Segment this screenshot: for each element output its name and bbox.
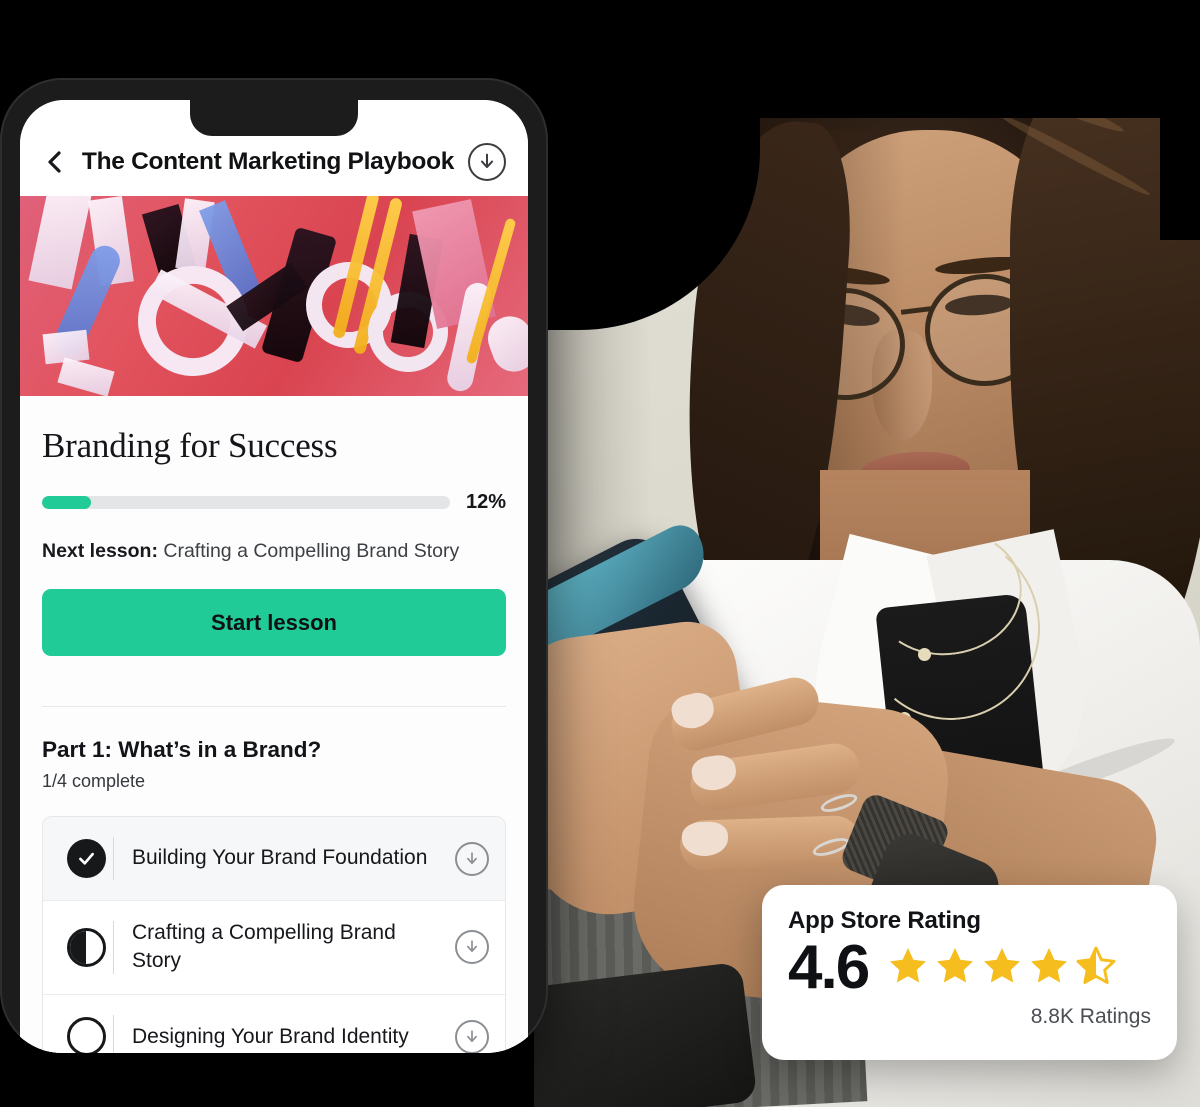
download-icon xyxy=(467,851,477,864)
phone-mockup: The Content Marketing Playbook Branding … xyxy=(0,78,548,1053)
phone-notch xyxy=(190,100,358,136)
download-icon xyxy=(467,1030,477,1042)
download-icon xyxy=(467,940,477,953)
lesson-row[interactable]: Designing Your Brand Identity xyxy=(43,995,505,1053)
course-progress: 12% xyxy=(42,491,506,514)
rating-count-label: 8.8K Ratings xyxy=(1030,1005,1151,1028)
chevron-left-icon xyxy=(48,151,61,173)
star-half-icon xyxy=(1076,946,1116,984)
progress-track xyxy=(42,496,450,509)
download-button[interactable] xyxy=(468,143,506,181)
page-title: The Content Marketing Playbook xyxy=(81,148,455,175)
star-filled-icon xyxy=(1031,947,1068,982)
next-lesson-row: Next lesson: Crafting a Compelling Brand… xyxy=(42,540,506,563)
progress-fill xyxy=(42,496,91,509)
section-divider xyxy=(42,706,506,707)
rating-card-title: App Store Rating xyxy=(788,907,981,934)
app-body: Branding for Success 12% Next lesson: Cr… xyxy=(20,396,528,1053)
star-rating xyxy=(886,944,1118,993)
status-not-started-icon xyxy=(66,1017,106,1053)
rating-score: 4.6 xyxy=(788,933,870,1002)
status-completed-icon xyxy=(66,839,106,878)
star xyxy=(933,944,977,993)
download-circle-icon xyxy=(455,1019,489,1053)
next-lesson-label: Next lesson: xyxy=(42,540,158,562)
lesson-status xyxy=(59,927,113,967)
row-separator xyxy=(113,837,114,880)
start-lesson-button[interactable]: Start lesson xyxy=(42,589,506,656)
star xyxy=(1027,944,1071,993)
cover-shape xyxy=(481,310,528,378)
lesson-status xyxy=(59,1017,113,1053)
course-cover-image xyxy=(20,196,528,396)
lesson-download-button[interactable] xyxy=(445,1019,489,1053)
rating-main-row: 4.6 xyxy=(788,937,1151,999)
star-filled-icon xyxy=(937,947,974,982)
star xyxy=(980,944,1024,993)
lesson-title: Designing Your Brand Identity xyxy=(132,1024,409,1048)
course-title: Branding for Success xyxy=(42,426,338,465)
lesson-title: Building Your Brand Foundation xyxy=(132,846,428,870)
lesson-row[interactable]: Crafting a Compelling Brand Story xyxy=(43,901,505,995)
screenshot-root: The Content Marketing Playbook Branding … xyxy=(0,0,1200,1107)
next-lesson-title: Crafting a Compelling Brand Story xyxy=(163,540,460,562)
download-circle-icon xyxy=(455,930,489,965)
part-completion-label: 1/4 complete xyxy=(42,771,146,791)
desk-corner xyxy=(520,961,758,1107)
lesson-download-button[interactable] xyxy=(445,841,489,876)
progress-percent-label: 12% xyxy=(465,491,506,513)
row-separator xyxy=(113,921,114,974)
necklace-pendant xyxy=(918,648,931,661)
row-separator xyxy=(113,1014,114,1053)
status-in-progress-icon xyxy=(66,927,106,967)
part-title: Part 1: What’s in a Brand? xyxy=(42,737,322,762)
download-icon xyxy=(480,153,494,169)
lesson-title: Crafting a Compelling Brand Story xyxy=(131,921,396,973)
photo-cutout-right xyxy=(1160,0,1200,240)
lesson-list: Building Your Brand Foundation Crafting a… xyxy=(42,816,506,1053)
lesson-status xyxy=(59,839,113,878)
back-button[interactable] xyxy=(42,149,68,175)
star xyxy=(886,944,930,993)
download-circle-icon xyxy=(455,841,489,876)
star-filled-icon xyxy=(890,947,927,982)
star-filled-icon xyxy=(984,947,1021,982)
cover-shape xyxy=(57,357,115,396)
app-store-rating-card: App Store Rating 4.6 8.8K Ratings xyxy=(762,885,1177,1060)
check-icon xyxy=(78,852,94,865)
star xyxy=(1074,944,1118,993)
lesson-download-button[interactable] xyxy=(445,930,489,965)
lesson-row[interactable]: Building Your Brand Foundation xyxy=(43,817,505,901)
phone-screen: The Content Marketing Playbook Branding … xyxy=(20,100,528,1053)
